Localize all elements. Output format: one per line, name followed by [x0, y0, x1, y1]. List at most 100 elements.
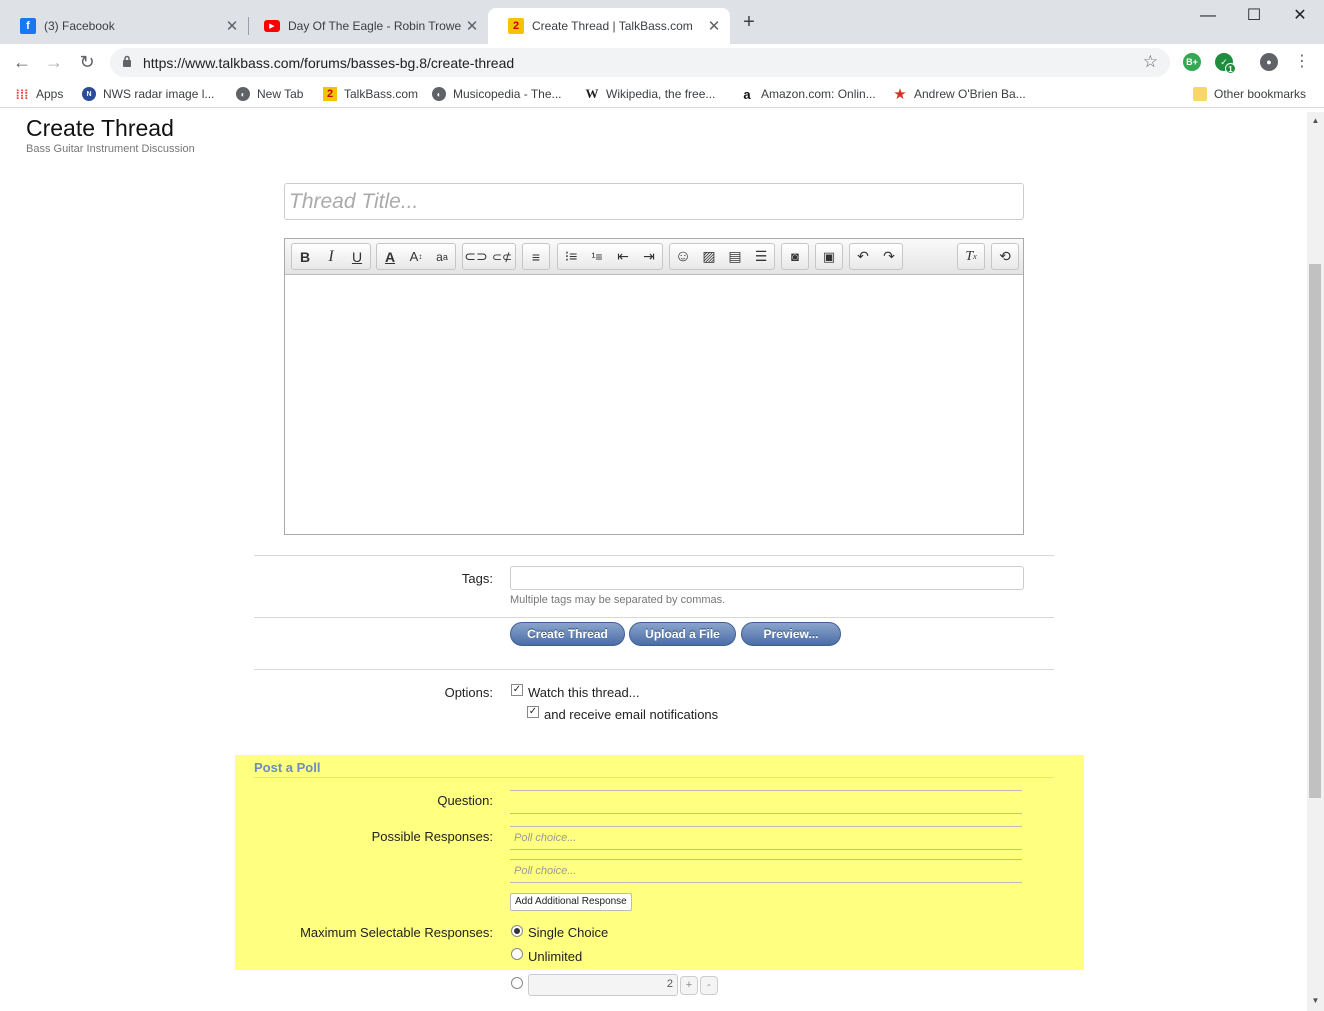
- extension-icon[interactable]: B+: [1183, 53, 1201, 71]
- create-thread-button[interactable]: Create Thread: [510, 622, 625, 646]
- poll-heading: Post a Poll: [254, 760, 321, 775]
- menu-kebab-icon[interactable]: ⋮: [1290, 50, 1314, 74]
- bookmark-andrew-obrien[interactable]: ★ Andrew O'Brien Ba...: [893, 85, 1026, 103]
- form-divider: [254, 555, 1054, 556]
- font-color-icon[interactable]: A: [377, 244, 403, 269]
- editor-toolbar: B I U A A ↕ aa ⊂⊃ ⊂⊄ ≡ ⁝≡ ¹≡ ⇤ ⇥ ☺ ▨ ▤ ☰…: [285, 239, 1023, 275]
- facebook-icon: f: [20, 18, 36, 34]
- toolbar-group-history: ↶ ↷: [849, 243, 903, 270]
- link-icon[interactable]: ⊂⊃: [463, 244, 489, 269]
- scroll-thumb[interactable]: [1309, 264, 1321, 798]
- close-window-button[interactable]: ✕: [1277, 4, 1323, 28]
- address-bar[interactable]: https://www.talkbass.com/forums/basses-b…: [110, 48, 1170, 77]
- outdent-icon[interactable]: ⇤: [610, 244, 636, 269]
- bookmark-label: Musicopedia - The...: [453, 87, 562, 101]
- toggle-bbcode-icon[interactable]: ⟲: [992, 244, 1018, 269]
- scroll-down-icon[interactable]: ▼: [1307, 996, 1324, 1005]
- max-responses-input[interactable]: 2: [528, 974, 678, 996]
- italic-icon[interactable]: I: [318, 244, 344, 269]
- tab-title: Day Of The Eagle - Robin Trower: [288, 19, 462, 33]
- camera-icon[interactable]: ◙: [782, 244, 808, 269]
- maximize-button[interactable]: ☐: [1231, 4, 1277, 28]
- page-scrollbar[interactable]: ▲ ▼: [1307, 112, 1324, 1011]
- font-size-icon[interactable]: A ↕: [403, 244, 429, 269]
- bookmark-apps[interactable]: ⁞⁞⁞ Apps: [15, 85, 64, 103]
- close-tab-icon[interactable]: ✕: [222, 17, 242, 35]
- undo-icon[interactable]: ↶: [850, 244, 876, 269]
- poll-choice-input[interactable]: [510, 859, 1022, 883]
- toolbar-group-media: ☺ ▨ ▤ ☰: [669, 243, 775, 270]
- smiley-icon[interactable]: ☺: [670, 244, 696, 269]
- decrement-button[interactable]: -: [700, 976, 718, 995]
- media-icon[interactable]: ▤: [722, 244, 748, 269]
- tab-youtube[interactable]: ▶ Day Of The Eagle - Robin Trower ✕: [244, 8, 488, 44]
- tab-title: Create Thread | TalkBass.com: [532, 19, 693, 33]
- single-choice-radio[interactable]: [511, 925, 523, 937]
- indent-icon[interactable]: ⇥: [636, 244, 662, 269]
- bookmark-amazon[interactable]: a Amazon.com: Onlin...: [740, 85, 876, 103]
- thread-title-input[interactable]: [284, 183, 1024, 220]
- profile-icon[interactable]: ●: [1260, 53, 1278, 71]
- browser-toolbar: ← → ↻ https://www.talkbass.com/forums/ba…: [0, 44, 1324, 80]
- options-label: Options:: [444, 685, 493, 700]
- wikipedia-icon: W: [585, 86, 599, 101]
- underline-icon[interactable]: U: [344, 244, 370, 269]
- bookmark-talkbass[interactable]: 2 TalkBass.com: [323, 85, 418, 103]
- tab-facebook[interactable]: f (3) Facebook ✕: [0, 8, 248, 44]
- bookmark-label: Andrew O'Brien Ba...: [914, 87, 1026, 101]
- bookmark-other[interactable]: Other bookmarks: [1193, 85, 1306, 103]
- watch-thread-checkbox[interactable]: ✓: [511, 684, 523, 696]
- toolbar-group-align: ≡: [522, 243, 550, 270]
- bookmark-wikipedia[interactable]: W Wikipedia, the free...: [585, 85, 716, 103]
- bookmark-label: Amazon.com: Onlin...: [761, 87, 876, 101]
- redo-icon[interactable]: ↷: [876, 244, 902, 269]
- watch-thread-label: Watch this thread...: [528, 685, 640, 700]
- poll-choice-input[interactable]: [510, 826, 1022, 850]
- back-button[interactable]: ←: [10, 50, 34, 74]
- numbered-list-icon[interactable]: ¹≡: [584, 244, 610, 269]
- insert-icon[interactable]: ☰: [748, 244, 774, 269]
- reload-button[interactable]: ↻: [75, 50, 99, 74]
- apps-grid-icon: ⁞⁞⁞: [15, 86, 29, 102]
- save-draft-icon[interactable]: ▣: [816, 244, 842, 269]
- scroll-up-icon[interactable]: ▲: [1307, 116, 1324, 125]
- form-divider: [254, 669, 1054, 670]
- font-family-icon[interactable]: aa: [429, 244, 455, 269]
- custom-count-radio[interactable]: [511, 977, 523, 989]
- new-tab-button[interactable]: +: [735, 10, 763, 34]
- lock-icon: [123, 55, 131, 67]
- page-subtitle: Bass Guitar Instrument Discussion: [26, 143, 195, 155]
- bookmark-new-tab[interactable]: ◐ New Tab: [236, 85, 303, 103]
- email-notify-label: and receive email notifications: [544, 707, 719, 722]
- poll-divider: [254, 777, 1054, 778]
- email-notify-checkbox[interactable]: ✓: [527, 706, 539, 718]
- preview-button[interactable]: Preview...: [741, 622, 841, 646]
- toolbar-group-font: A A ↕ aa: [376, 243, 456, 270]
- forward-button[interactable]: →: [42, 50, 66, 74]
- tab-title: (3) Facebook: [44, 19, 115, 33]
- poll-question-input[interactable]: [510, 790, 1022, 814]
- add-response-button[interactable]: Add Additional Response: [510, 893, 632, 911]
- upload-file-button[interactable]: Upload a File: [629, 622, 736, 646]
- poll-section: Post a Poll Question: Possible Responses…: [235, 755, 1084, 970]
- remove-format-icon[interactable]: Tx: [958, 244, 984, 269]
- talkbass-icon: 2: [323, 87, 337, 101]
- unlink-icon[interactable]: ⊂⊄: [489, 244, 515, 269]
- increment-button[interactable]: +: [680, 976, 698, 995]
- bookmark-star-icon[interactable]: ☆: [1143, 52, 1158, 72]
- align-left-icon[interactable]: ≡: [523, 244, 549, 269]
- minimize-button[interactable]: —: [1185, 4, 1231, 28]
- unlimited-radio[interactable]: [511, 948, 523, 960]
- editor-content-area[interactable]: [285, 275, 1023, 534]
- bookmark-musicopedia[interactable]: ◐ Musicopedia - The...: [432, 85, 562, 103]
- close-tab-icon[interactable]: ✕: [462, 17, 482, 35]
- tab-talkbass[interactable]: 2 Create Thread | TalkBass.com ✕: [488, 8, 730, 44]
- image-icon[interactable]: ▨: [696, 244, 722, 269]
- close-tab-icon[interactable]: ✕: [704, 17, 724, 35]
- nws-icon: N: [82, 87, 96, 101]
- tags-input[interactable]: [510, 566, 1024, 590]
- bookmark-nws[interactable]: N NWS radar image l...: [82, 85, 214, 103]
- bold-icon[interactable]: B: [292, 244, 318, 269]
- bullet-list-icon[interactable]: ⁝≡: [558, 244, 584, 269]
- toolbar-group-source: ⟲: [991, 243, 1019, 270]
